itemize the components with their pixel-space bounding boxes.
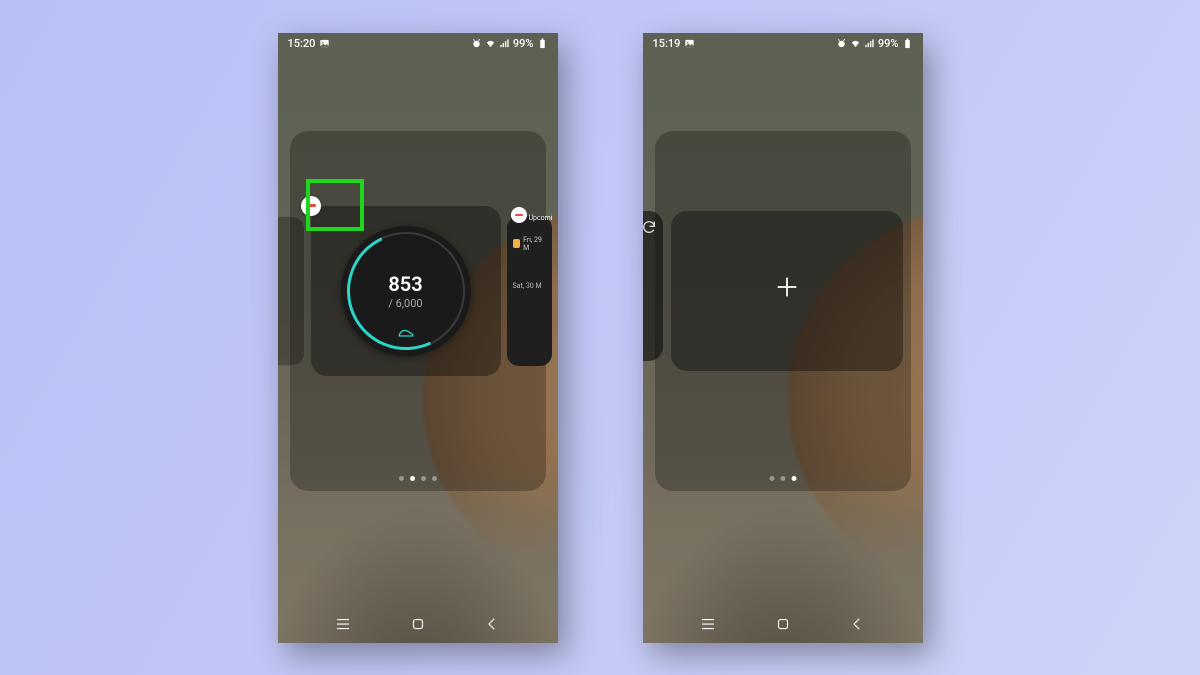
peek-title: Upcomi xyxy=(529,214,553,222)
shoe-icon xyxy=(398,326,414,342)
status-time: 15:19 xyxy=(653,37,681,50)
home-button[interactable] xyxy=(774,615,792,633)
calendar-dot-icon xyxy=(513,239,521,248)
recents-button[interactable] xyxy=(699,615,717,633)
wifi-icon xyxy=(485,38,496,49)
widget-steps-panel[interactable]: 853 / 6,000 xyxy=(311,206,501,376)
status-time: 15:20 xyxy=(288,37,316,50)
phone-left: 15:20 99% 853 / 6,000 xyxy=(278,33,558,643)
back-button[interactable] xyxy=(483,615,501,633)
remove-widget-button-peek[interactable] xyxy=(511,207,527,223)
back-button[interactable] xyxy=(848,615,866,633)
peek-day2: Sat, 30 M xyxy=(513,282,546,290)
status-battery-text: 99% xyxy=(878,37,899,50)
add-page-panel[interactable] xyxy=(671,211,903,371)
status-bar: 15:20 99% xyxy=(278,33,558,55)
recents-button[interactable] xyxy=(334,615,352,633)
alarm-icon xyxy=(836,38,847,49)
picture-icon xyxy=(319,38,330,49)
refresh-icon xyxy=(643,219,657,235)
page-indicator xyxy=(399,476,437,481)
phone-right: 15:19 99% xyxy=(643,33,923,643)
navigation-bar xyxy=(643,613,923,635)
plus-icon xyxy=(773,273,801,309)
peek-day1: Fri, 29 M xyxy=(523,236,545,252)
progress-ring-fill xyxy=(330,215,481,366)
widget-slot-prev[interactable] xyxy=(643,211,663,361)
tutorial-highlight xyxy=(306,179,364,231)
battery-icon xyxy=(537,38,548,49)
status-bar: 15:19 99% xyxy=(643,33,923,55)
page-indicator xyxy=(769,476,796,481)
battery-icon xyxy=(902,38,913,49)
picture-icon xyxy=(684,38,695,49)
alarm-icon xyxy=(471,38,482,49)
steps-widget[interactable]: 853 / 6,000 xyxy=(341,226,471,356)
home-button[interactable] xyxy=(409,615,427,633)
home-edit-viewport[interactable] xyxy=(655,131,911,491)
status-battery-text: 99% xyxy=(513,37,534,50)
widget-calendar-peek[interactable]: Upcomi Fri, 29 M Sat, 30 M xyxy=(507,216,552,366)
signal-icon xyxy=(499,38,510,49)
signal-icon xyxy=(864,38,875,49)
widget-carousel[interactable] xyxy=(643,211,903,381)
navigation-bar xyxy=(278,613,558,635)
wifi-icon xyxy=(850,38,861,49)
widget-slot-prev[interactable] xyxy=(278,216,305,366)
